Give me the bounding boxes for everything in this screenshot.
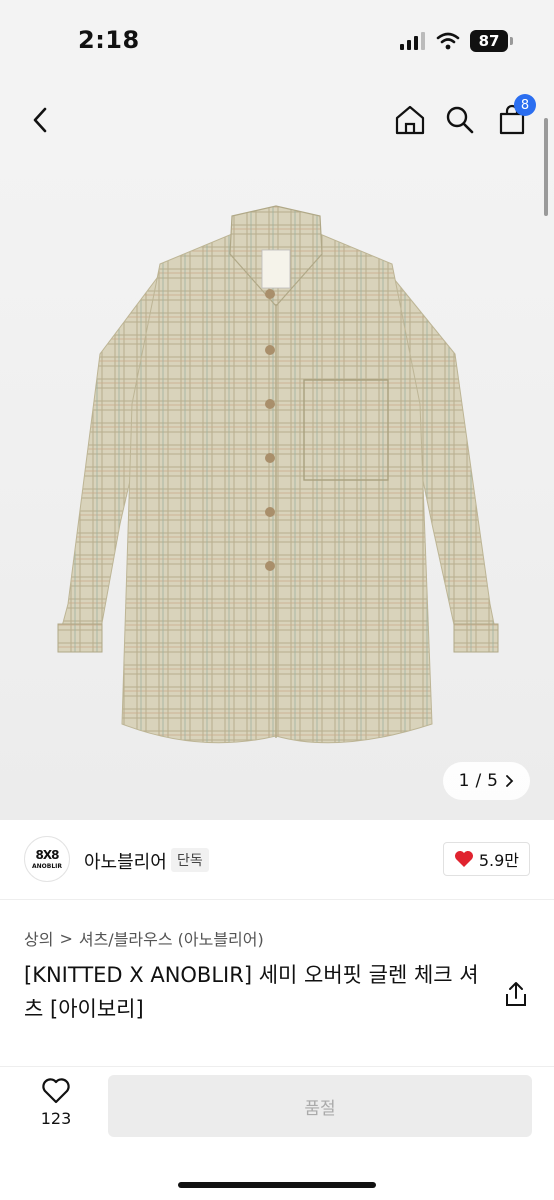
soldout-button[interactable]: 품절 [108,1075,532,1137]
bottom-action-bar: 123 품절 [0,1066,554,1200]
product-title: [KNITTED X ANOBLIR] 세미 오버핏 글렌 체크 셔츠 [아이보… [24,963,479,1021]
total-images: 5 [487,771,498,791]
brand-name[interactable]: 아노블리어 [84,848,167,874]
wishlist-button[interactable]: 123 [28,1077,84,1143]
scroll-indicator[interactable] [544,118,548,216]
shirt-image [57,205,499,744]
home-icon [395,105,425,135]
brand-logo-mark: 8X8 [35,848,60,862]
wishlist-count: 123 [40,1109,72,1128]
search-button[interactable] [442,100,478,140]
exclusive-badge: 단독 [171,848,209,872]
chevron-right-icon [506,775,514,787]
product-image-carousel[interactable]: 1 / 5 [0,154,554,820]
battery-indicator: 87 [470,30,513,52]
heart-outline-icon [42,1078,70,1104]
status-icons: 87 [400,30,513,52]
brand-like-button[interactable]: 5.9만 [442,842,530,876]
signal-icon [400,32,425,50]
top-nav: 8 [0,84,554,154]
breadcrumb: 상의 > 셔츠/블라우스 (아노블리어) [24,926,264,950]
back-button[interactable] [22,100,58,140]
product-page: 2:18 87 8 1 / 5 8X8 ANOBLIR 아노블리어 단독 5.9… [0,0,554,1200]
breadcrumb-separator: > [59,928,73,948]
status-time: 2:18 [78,26,140,54]
brand-logo-text: ANOBLIR [31,863,62,870]
wifi-icon [436,32,460,50]
counter-separator: / [475,771,482,791]
status-bar: 2:18 87 [0,0,554,84]
breadcrumb-subcategory[interactable]: 셔츠/블라우스 (아노블리어) [79,926,264,950]
home-indicator [178,1182,376,1188]
chevron-left-icon [33,107,47,133]
share-icon [506,982,526,1006]
brand-logo[interactable]: 8X8 ANOBLIR [24,836,70,882]
cart-button[interactable]: 8 [494,94,536,140]
image-page-counter[interactable]: 1 / 5 [442,762,530,800]
brand-like-count: 5.9만 [478,851,519,870]
current-image: 1 [458,771,470,791]
breadcrumb-category[interactable]: 상의 [24,926,53,950]
cart-badge: 8 [514,94,536,116]
share-button[interactable] [504,980,528,1008]
heart-filled-icon [454,851,473,867]
brand-row: 8X8 ANOBLIR 아노블리어 단독 5.9만 [0,820,554,900]
home-button[interactable] [392,100,428,140]
search-icon [446,106,474,134]
